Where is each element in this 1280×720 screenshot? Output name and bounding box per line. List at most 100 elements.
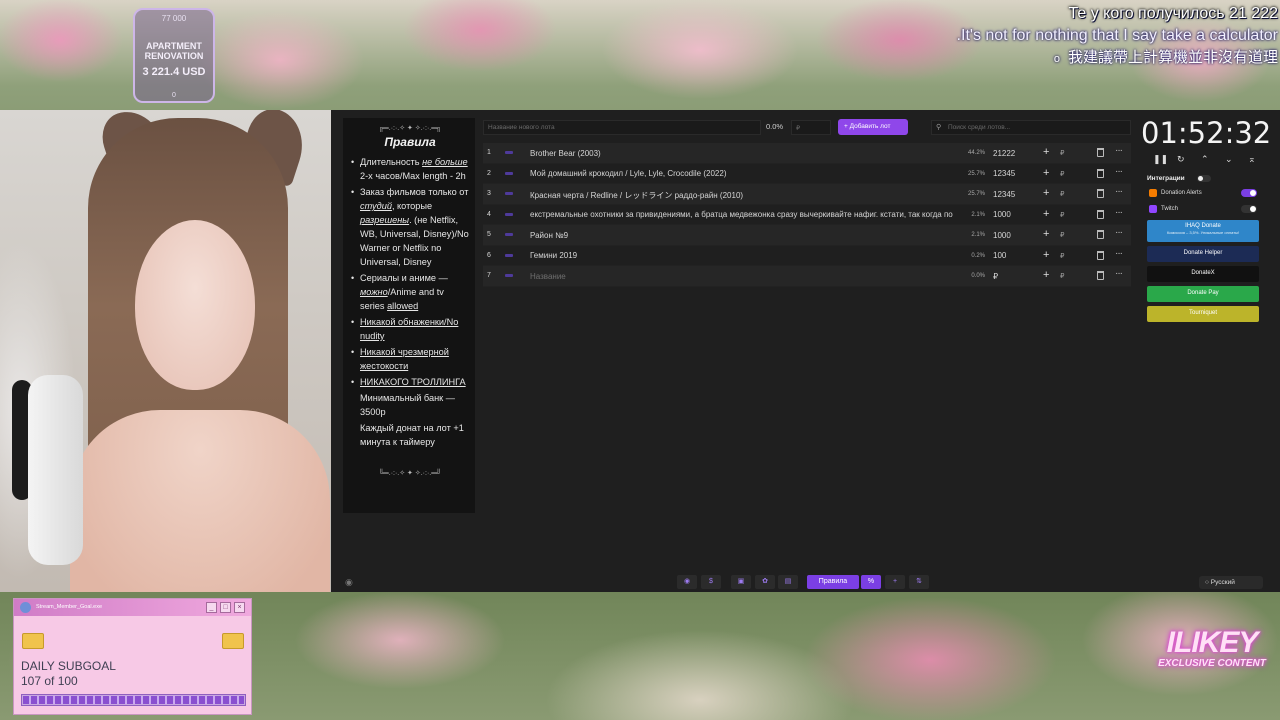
- new-lot-input[interactable]: Название нового лота: [483, 120, 761, 135]
- tourniquet-button[interactable]: Tourniquet: [1147, 306, 1259, 322]
- lot-amount[interactable]: 1000: [993, 210, 1011, 219]
- delete-icon[interactable]: [1097, 250, 1104, 260]
- percent-icon[interactable]: %: [861, 575, 881, 589]
- add-lot-button[interactable]: + Добавить лот: [838, 119, 908, 135]
- ilikey-logo: ILIKEY EXCLUSIVE CONTENT: [1148, 626, 1276, 670]
- lot-amount-placeholder[interactable]: ₽: [993, 272, 998, 281]
- integrations-toggle[interactable]: [1197, 175, 1211, 182]
- more-icon[interactable]: ···: [1115, 248, 1123, 259]
- pause-icon[interactable]: ❚❚: [1153, 154, 1168, 165]
- lot-number: 4: [487, 210, 491, 218]
- sort-icon[interactable]: ⇅: [909, 575, 929, 589]
- add-amount-icon[interactable]: +: [1043, 146, 1049, 158]
- card-title: Donate Pay: [1187, 290, 1219, 296]
- ihaq-donate-button[interactable]: IHAQ Donate Комиссия – 3,5%. Уникальные …: [1147, 220, 1259, 242]
- lot-row-empty[interactable]: 7 Название 0.0% ₽ + ₽ ···: [483, 266, 1131, 287]
- lot-title[interactable]: Красная черта / Redline / レッドライン раддо-р…: [530, 190, 960, 201]
- add-amount-icon[interactable]: +: [1043, 167, 1049, 179]
- logo-title: ILIKEY: [1166, 626, 1259, 659]
- logo-subtitle: EXCLUSIVE CONTENT: [1158, 658, 1266, 669]
- lot-title-placeholder[interactable]: Название: [530, 272, 960, 281]
- currency-icon[interactable]: ₽: [1060, 231, 1064, 239]
- drag-handle-icon[interactable]: [505, 233, 513, 236]
- donate-pay-button[interactable]: Donate Pay: [1147, 286, 1259, 302]
- language-select[interactable]: ○ Русский: [1199, 576, 1263, 589]
- more-icon[interactable]: ···: [1115, 166, 1123, 177]
- currency-icon[interactable]: ₽: [1060, 272, 1064, 280]
- subtitle-ru: Те у кого получилось 21 222: [1068, 5, 1278, 22]
- lot-row[interactable]: 3 Красная черта / Redline / レッドライン раддо…: [483, 184, 1131, 205]
- twitch-toggle[interactable]: [1241, 205, 1257, 213]
- lot-row[interactable]: 2 Мой домашний крокодил / Lyle, Lyle, Cr…: [483, 164, 1131, 184]
- rule-item: Каждый донат на лот +1 минута к таймеру: [360, 423, 464, 447]
- lot-title[interactable]: екстремальные охотники за привидениями, …: [530, 210, 960, 219]
- delete-icon[interactable]: [1097, 148, 1104, 157]
- lot-amount[interactable]: 1000: [993, 231, 1011, 240]
- new-lot-amount-input[interactable]: ₽: [791, 120, 831, 135]
- reset-icon[interactable]: ↻: [1177, 154, 1185, 165]
- donation-alerts-toggle[interactable]: [1241, 189, 1257, 197]
- folder-heart-icon: [222, 633, 244, 649]
- rule-item: НИКАКОГО ТРОЛЛИНГА: [351, 375, 469, 389]
- currency-icon[interactable]: ₽: [1060, 211, 1064, 219]
- more-icon[interactable]: ···: [1115, 207, 1123, 218]
- drag-handle-icon[interactable]: [505, 171, 513, 175]
- bug-icon[interactable]: ✿: [755, 575, 775, 589]
- lot-title[interactable]: Brother Bear (2003): [530, 149, 960, 158]
- save-icon[interactable]: ▣: [731, 575, 751, 589]
- lot-title[interactable]: Район №9: [530, 231, 960, 240]
- integration-twitch[interactable]: Twitch: [1147, 204, 1259, 220]
- lot-number: 6: [487, 251, 491, 259]
- tab-rules[interactable]: Правила: [807, 575, 859, 589]
- layout-icon[interactable]: ▤: [778, 575, 798, 589]
- lot-search-input[interactable]: ⚲ Поиск среди лотов...: [931, 120, 1131, 135]
- dollar-icon[interactable]: $: [701, 575, 721, 589]
- add-amount-icon[interactable]: +: [1043, 208, 1049, 220]
- lot-row[interactable]: 6 Гемини 2019 0.2% 100 + ₽ ···: [483, 246, 1131, 266]
- add-amount-icon[interactable]: +: [1043, 269, 1049, 281]
- lot-title[interactable]: Гемини 2019: [530, 251, 960, 260]
- lot-row[interactable]: 5 Район №9 2.1% 1000 + ₽ ···: [483, 225, 1131, 246]
- integration-donation-alerts[interactable]: Donation Alerts: [1147, 188, 1259, 204]
- delete-icon[interactable]: [1097, 209, 1104, 219]
- delete-icon[interactable]: [1097, 230, 1104, 239]
- currency-icon[interactable]: ₽: [1060, 170, 1064, 178]
- lot-row[interactable]: 4 екстремальные охотники за привидениями…: [483, 205, 1131, 225]
- twitch-icon: [1149, 205, 1157, 213]
- donatex-button[interactable]: DonateX: [1147, 266, 1259, 282]
- lot-amount[interactable]: 21222: [993, 149, 1015, 158]
- add-amount-icon[interactable]: +: [1043, 228, 1049, 240]
- rules-list: Длительность не больше 2-х часов/Max len…: [351, 155, 469, 449]
- more-icon[interactable]: ···: [1115, 227, 1123, 238]
- chevron-down-icon[interactable]: ⌄: [1225, 154, 1233, 165]
- more-icon[interactable]: ···: [1115, 186, 1123, 197]
- currency-icon[interactable]: ₽: [1060, 252, 1064, 260]
- subtitle-dot: o: [1053, 53, 1060, 65]
- delete-icon[interactable]: [1097, 168, 1104, 178]
- drag-handle-icon[interactable]: [505, 274, 513, 277]
- double-chevron-up-icon[interactable]: ⌅: [1248, 154, 1256, 165]
- lot-row[interactable]: 1 Brother Bear (2003) 44.2% 21222 + ₽ ··…: [483, 143, 1131, 164]
- drag-handle-icon[interactable]: [505, 212, 513, 216]
- eye-icon[interactable]: ◉: [345, 577, 353, 588]
- lot-amount[interactable]: 100: [993, 251, 1006, 260]
- add-amount-icon[interactable]: +: [1043, 187, 1049, 199]
- currency-icon[interactable]: ₽: [1060, 190, 1064, 198]
- drag-handle-icon[interactable]: [505, 192, 513, 195]
- lot-amount[interactable]: 12345: [993, 190, 1015, 199]
- drag-handle-icon[interactable]: [505, 253, 513, 257]
- github-icon[interactable]: ◉: [677, 575, 697, 589]
- more-icon[interactable]: ···: [1115, 268, 1123, 279]
- plus-grid-icon[interactable]: +: [885, 575, 905, 589]
- lot-amount[interactable]: 12345: [993, 169, 1015, 178]
- delete-icon[interactable]: [1097, 271, 1104, 280]
- lot-title[interactable]: Мой домашний крокодил / Lyle, Lyle, Croc…: [530, 169, 960, 178]
- add-amount-icon[interactable]: +: [1043, 249, 1049, 261]
- drag-handle-icon[interactable]: [505, 151, 513, 154]
- lot-number: 5: [487, 231, 491, 238]
- chevron-up-icon[interactable]: ⌃: [1201, 154, 1209, 165]
- currency-icon[interactable]: ₽: [1060, 149, 1064, 157]
- more-icon[interactable]: ···: [1115, 145, 1123, 156]
- delete-icon[interactable]: [1097, 189, 1104, 198]
- donate-helper-button[interactable]: Donate Helper: [1147, 246, 1259, 262]
